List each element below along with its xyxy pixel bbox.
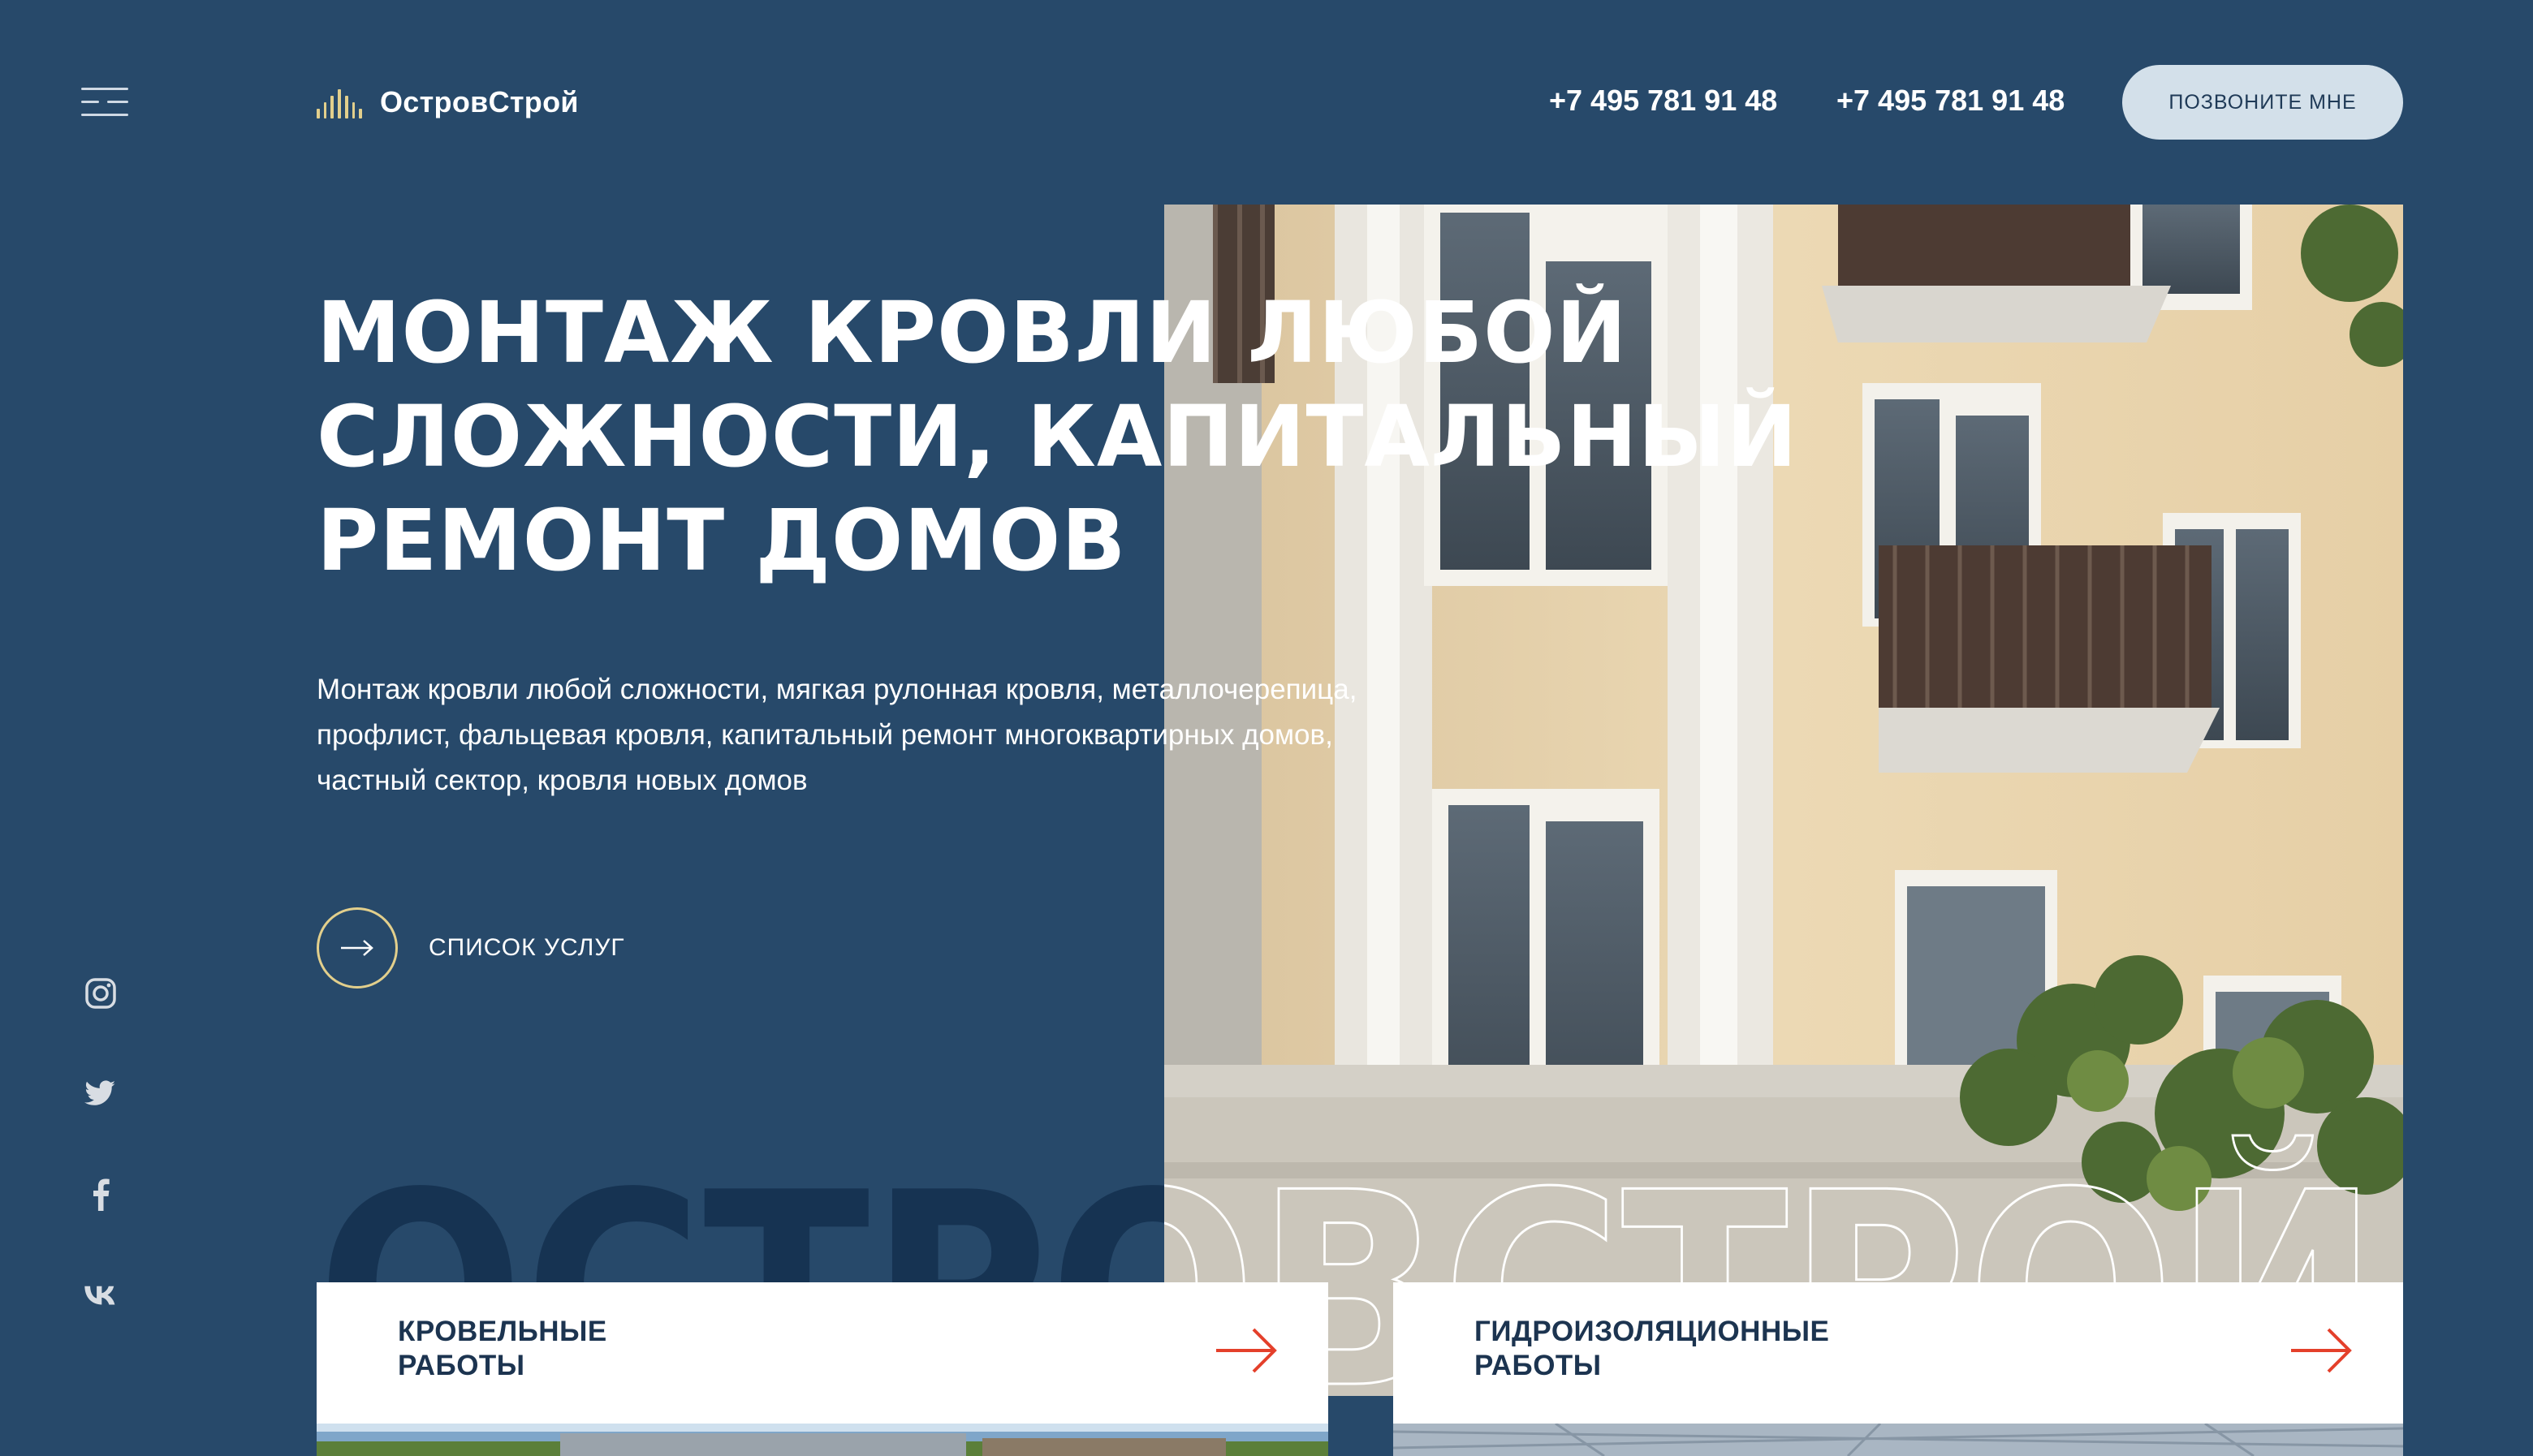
logo-bars-icon	[317, 86, 363, 118]
arrow-right-circle-icon[interactable]	[317, 907, 398, 989]
call-me-button[interactable]: ПОЗВОНИТЕ МНЕ	[2122, 65, 2403, 140]
vk-icon[interactable]	[80, 1274, 122, 1316]
card-title-waterproofing: ГИДРОИЗОЛЯЦИОННЫЕ РАБОТЫ	[1474, 1316, 1830, 1381]
services-list-link[interactable]: СПИСОК УСЛУГ	[317, 907, 625, 989]
service-card-roofing[interactable]: КРОВЕЛЬНЫЕ РАБОТЫ	[317, 1282, 1328, 1424]
twitter-icon[interactable]	[80, 1073, 122, 1115]
phone-link-2[interactable]: +7 495 781 91 48	[1836, 81, 2065, 120]
logo-text: ОстровСтрой	[380, 85, 579, 118]
service-card-waterproofing[interactable]: ГИДРОИЗОЛЯЦИОННЫЕ РАБОТЫ	[1393, 1282, 2403, 1424]
hero-description: Монтаж кровли любой сложности, мягкая ру…	[317, 674, 1357, 796]
logo[interactable]: ОстровСтрой	[317, 81, 579, 123]
instagram-icon[interactable]	[80, 972, 122, 1014]
hero-title: МОНТАЖ КРОВЛИ ЛЮБОЙ СЛОЖНОСТИ, КАПИТАЛЬН…	[317, 281, 1798, 592]
hero-title-line-3: РЕМОНТ ДОМОВ	[317, 491, 1127, 590]
card-title-roofing: КРОВЕЛЬНЫЕ РАБОТЫ	[398, 1316, 607, 1381]
menu-icon[interactable]	[81, 88, 128, 117]
facebook-icon[interactable]	[80, 1174, 122, 1216]
waterproofing-card-image	[1393, 1424, 2403, 1456]
hero-title-line-2: СЛОЖНОСТИ, КАПИТАЛЬНЫЙ	[317, 387, 1798, 486]
phone-link-1[interactable]: +7 495 781 91 48	[1549, 81, 1777, 120]
arrow-right-icon[interactable]	[1215, 1326, 1278, 1375]
arrow-right-icon[interactable]	[2289, 1326, 2353, 1375]
hero-title-line-1: МОНТАЖ КРОВЛИ ЛЮБОЙ	[317, 283, 1628, 382]
cards-gap	[1328, 1396, 1393, 1456]
roofing-card-image	[317, 1424, 1328, 1456]
services-list-label: СПИСОК УСЛУГ	[429, 934, 625, 961]
